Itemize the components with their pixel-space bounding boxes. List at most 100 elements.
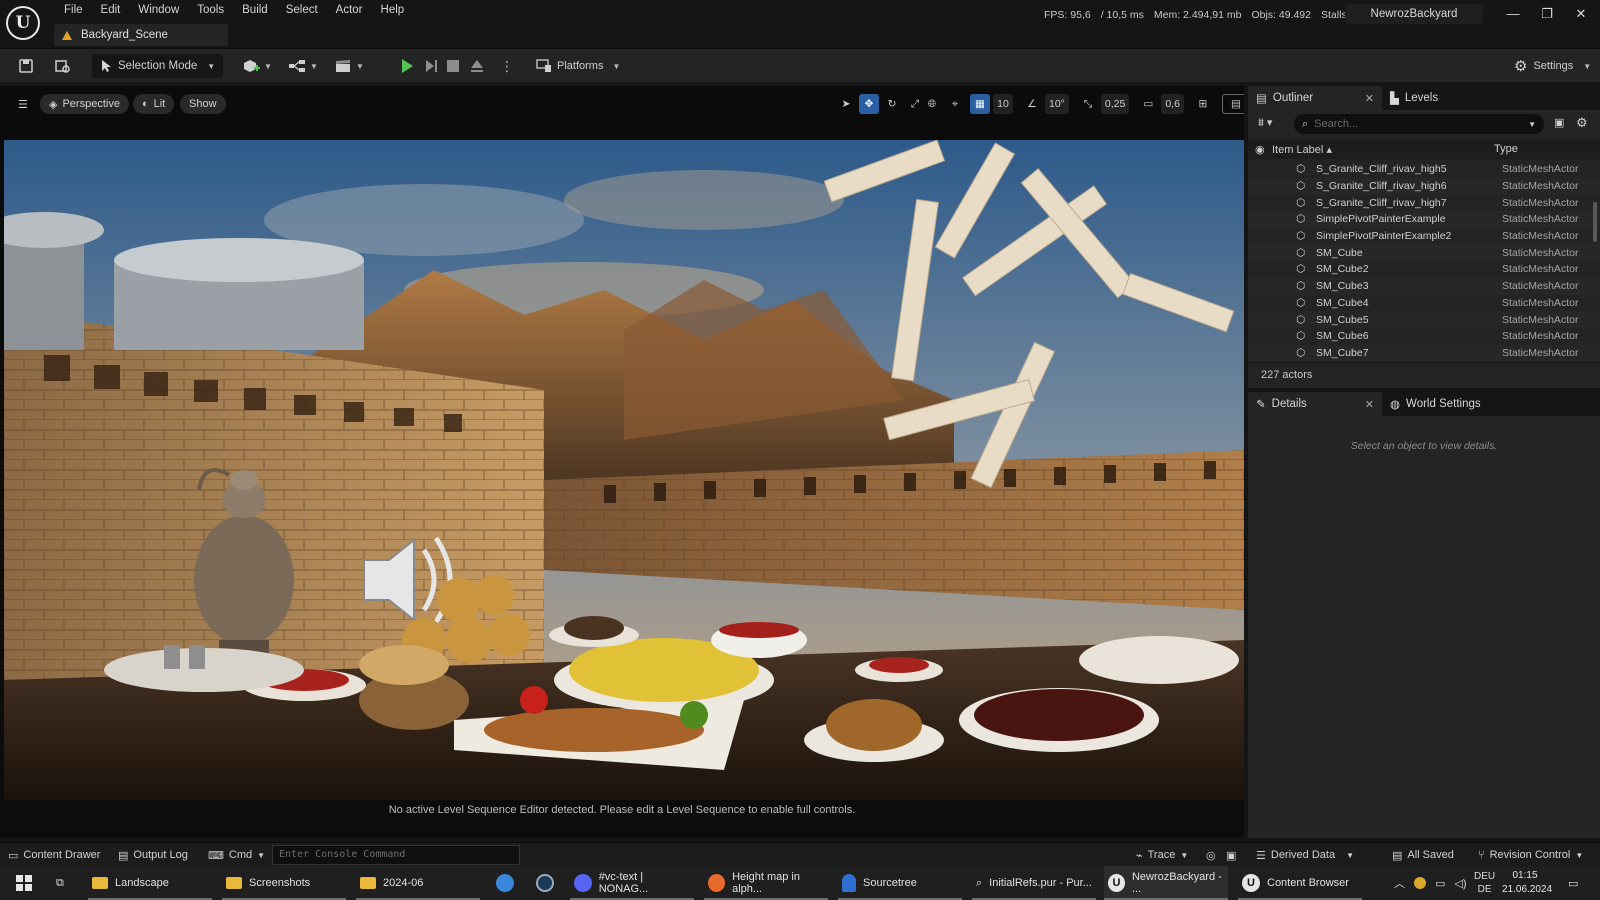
rotation-snap-value[interactable]: 10° bbox=[1045, 94, 1069, 114]
rotation-snap-icon[interactable]: ∠ bbox=[1022, 94, 1042, 114]
play-button[interactable] bbox=[394, 54, 420, 78]
close-icon[interactable]: ✕ bbox=[1365, 398, 1374, 411]
menu-file[interactable]: File bbox=[55, 2, 92, 18]
level-viewport[interactable]: ☰ ◈ Perspective ◐ Lit Show ➤ ✥ ↻ ⤢ 🌐︎ ⌖ … bbox=[0, 86, 1244, 838]
content-browse-icon[interactable] bbox=[48, 54, 78, 78]
task-view-icon[interactable]: ⧉ bbox=[52, 866, 64, 900]
column-item-label[interactable]: Item Label ▴ bbox=[1272, 143, 1494, 156]
chrome-tray-icon[interactable] bbox=[1414, 877, 1426, 889]
tab-levels[interactable]: ▙ Levels bbox=[1382, 86, 1446, 110]
perspective-button[interactable]: ◈ Perspective bbox=[40, 94, 129, 114]
outliner-scrollbar[interactable] bbox=[1593, 202, 1597, 242]
blueprints-button[interactable]: ▼ bbox=[282, 54, 324, 78]
unreal-logo-icon[interactable]: U bbox=[6, 6, 40, 40]
translate-tool-icon[interactable]: ✥ bbox=[859, 94, 879, 114]
tab-world-settings[interactable]: ◍ World Settings bbox=[1382, 392, 1489, 416]
tab-outliner[interactable]: ▤ Outliner ✕ bbox=[1248, 86, 1382, 110]
scene-render[interactable] bbox=[4, 140, 1244, 800]
close-window-icon[interactable]: ✕ bbox=[1566, 6, 1596, 22]
save-icon[interactable] bbox=[12, 54, 40, 78]
taskbar-item-2024-06[interactable]: 2024-06 bbox=[356, 866, 480, 900]
outliner-row[interactable]: ⬡ S_Granite_Cliff_rivav_high6 StaticMeshAc… bbox=[1248, 177, 1600, 195]
rotate-tool-icon[interactable]: ↻ bbox=[882, 94, 902, 114]
filter-icon[interactable]: ⩩ ▾ bbox=[1258, 116, 1272, 130]
trace-dropdown[interactable]: ⌁ Trace ▼ bbox=[1136, 843, 1188, 867]
outliner-search-input[interactable]: ⌕ Search... ▼ bbox=[1294, 114, 1544, 134]
surface-snap-icon[interactable]: ⌖ bbox=[945, 94, 965, 114]
output-log-button[interactable]: ▤ Output Log bbox=[118, 843, 188, 867]
close-icon[interactable]: ✕ bbox=[1365, 92, 1374, 105]
outliner-row[interactable]: ⬡ SM_Cube6 StaticMeshActor bbox=[1248, 328, 1600, 345]
outliner-row[interactable]: ⬡ SM_Cube StaticMeshActor bbox=[1248, 244, 1600, 262]
lit-button[interactable]: ◐ Lit bbox=[133, 94, 175, 114]
outliner-row[interactable]: ⬡ SM_Cube2 StaticMeshActor bbox=[1248, 261, 1600, 278]
viewport-menu-icon[interactable]: ☰ bbox=[12, 94, 34, 114]
taskbar-item-content-browser[interactable]: U Content Browser bbox=[1238, 866, 1362, 900]
outliner-row[interactable]: ⬡ SM_Cube4 StaticMeshActor bbox=[1248, 295, 1600, 312]
outliner-row[interactable]: ⬡ SM_Cube3 StaticMeshActor bbox=[1248, 277, 1600, 295]
menu-help[interactable]: Help bbox=[372, 2, 414, 18]
add-folder-icon[interactable]: ▣ bbox=[1554, 116, 1564, 129]
derived-data-dropdown[interactable]: ☰ Derived Data ▼ bbox=[1256, 843, 1354, 867]
add-actor-button[interactable]: ▼ bbox=[236, 54, 278, 78]
outliner-row[interactable]: ⬡ S_Granite_Cliff_rivav_high5 StaticMeshAc… bbox=[1248, 161, 1600, 178]
more-options-icon[interactable]: ⋮ bbox=[494, 54, 520, 78]
outliner-row[interactable]: ⬡ SM_Cube7 StaticMeshActor bbox=[1248, 344, 1600, 362]
cinematics-button[interactable]: ▼ bbox=[328, 54, 370, 78]
menu-actor[interactable]: Actor bbox=[327, 2, 372, 18]
clock[interactable]: 01:15 21.06.2024 bbox=[1502, 869, 1552, 897]
menu-edit[interactable]: Edit bbox=[92, 2, 130, 18]
platforms-dropdown[interactable]: Platforms ▼ bbox=[530, 54, 626, 78]
steam-icon[interactable] bbox=[532, 866, 554, 900]
eject-button[interactable] bbox=[464, 54, 490, 78]
stop-button[interactable] bbox=[441, 54, 465, 78]
camera-speed-value[interactable]: 0,6 bbox=[1161, 94, 1184, 114]
scale-snap-value[interactable]: 0,25 bbox=[1100, 94, 1130, 114]
minimize-icon[interactable]: — bbox=[1498, 6, 1528, 21]
world-space-icon[interactable]: 🌐︎ bbox=[922, 94, 942, 114]
taskbar-item-sourcetree[interactable]: Sourcetree bbox=[838, 866, 962, 900]
column-type[interactable]: Type bbox=[1494, 143, 1518, 155]
taskbar-item-initialrefs[interactable]: ⌕ InitialRefs.pur - Pur... bbox=[972, 866, 1096, 900]
outliner-row[interactable]: ⬡ SimplePivotPainterExample StaticMeshActo… bbox=[1248, 211, 1600, 228]
menu-build[interactable]: Build bbox=[233, 2, 277, 18]
content-drawer-button[interactable]: ▭ Content Drawer bbox=[8, 843, 100, 867]
language-indicator[interactable]: DEU DE bbox=[1474, 866, 1495, 900]
chevron-up-icon[interactable]: ︿ bbox=[1394, 875, 1405, 891]
notifications-icon[interactable]: ▭ bbox=[1564, 866, 1578, 900]
grid-snap-icon[interactable]: ▦ bbox=[970, 94, 990, 114]
outliner-row[interactable]: ⬡ S_Granite_Cliff_rivav_high7 StaticMeshAc… bbox=[1248, 194, 1600, 211]
taskbar-item-firefox[interactable]: Height map in alph... bbox=[704, 866, 828, 900]
level-tab[interactable]: Backyard_Scene bbox=[54, 24, 228, 46]
chevron-down-icon[interactable]: ▼ bbox=[1528, 120, 1536, 129]
windows-start-icon[interactable] bbox=[12, 866, 32, 900]
settings-dropdown[interactable]: ⚙ Settings ▼ bbox=[1508, 54, 1597, 78]
show-button[interactable]: Show bbox=[180, 94, 226, 114]
taskbar-item-screenshots[interactable]: Screenshots bbox=[222, 866, 346, 900]
cmd-dropdown[interactable]: ⌨ Cmd ▼ bbox=[208, 843, 265, 867]
taskbar-item-discord[interactable]: #vc-text | NONAG... bbox=[570, 866, 694, 900]
menu-window[interactable]: Window bbox=[129, 2, 188, 18]
tab-details[interactable]: ✎ Details ✕ bbox=[1248, 392, 1382, 416]
taskbar-item-landscape[interactable]: Landscape bbox=[88, 866, 212, 900]
camera-speed-icon[interactable]: ▭ bbox=[1138, 94, 1158, 114]
revision-control-dropdown[interactable]: ⑂ Revision Control ▼ bbox=[1478, 843, 1583, 867]
gear-icon[interactable]: ⚙ bbox=[1576, 115, 1588, 131]
taskbar-item-unreal-editor[interactable]: U NewrozBackyard - ... bbox=[1104, 866, 1228, 900]
edge-browser-icon[interactable] bbox=[492, 866, 514, 900]
record-icon[interactable]: ◎ bbox=[1206, 843, 1216, 867]
selection-mode-dropdown[interactable]: Selection Mode ▼ bbox=[92, 54, 224, 78]
outliner-row[interactable]: ⬡ SimplePivotPainterExample2 StaticMeshAct… bbox=[1248, 228, 1600, 245]
network-icon[interactable]: ▭ bbox=[1435, 877, 1445, 890]
menu-select[interactable]: Select bbox=[277, 2, 327, 18]
scale-snap-icon[interactable]: ⤡ bbox=[1078, 94, 1098, 114]
outliner-row[interactable]: ⬡ SM_Cube5 StaticMeshActor bbox=[1248, 311, 1600, 328]
maximize-viewport-icon[interactable]: ⊞ bbox=[1193, 94, 1213, 114]
console-input[interactable]: Enter Console Command bbox=[272, 845, 520, 865]
layout-icon[interactable]: ▤ bbox=[1221, 94, 1244, 114]
volume-icon[interactable]: ◁) bbox=[1454, 877, 1466, 890]
grid-snap-value[interactable]: 10 bbox=[993, 94, 1013, 114]
menu-tools[interactable]: Tools bbox=[188, 2, 233, 18]
screenshot-icon[interactable]: ▣ bbox=[1226, 843, 1236, 867]
select-tool-icon[interactable]: ➤ bbox=[836, 94, 856, 114]
